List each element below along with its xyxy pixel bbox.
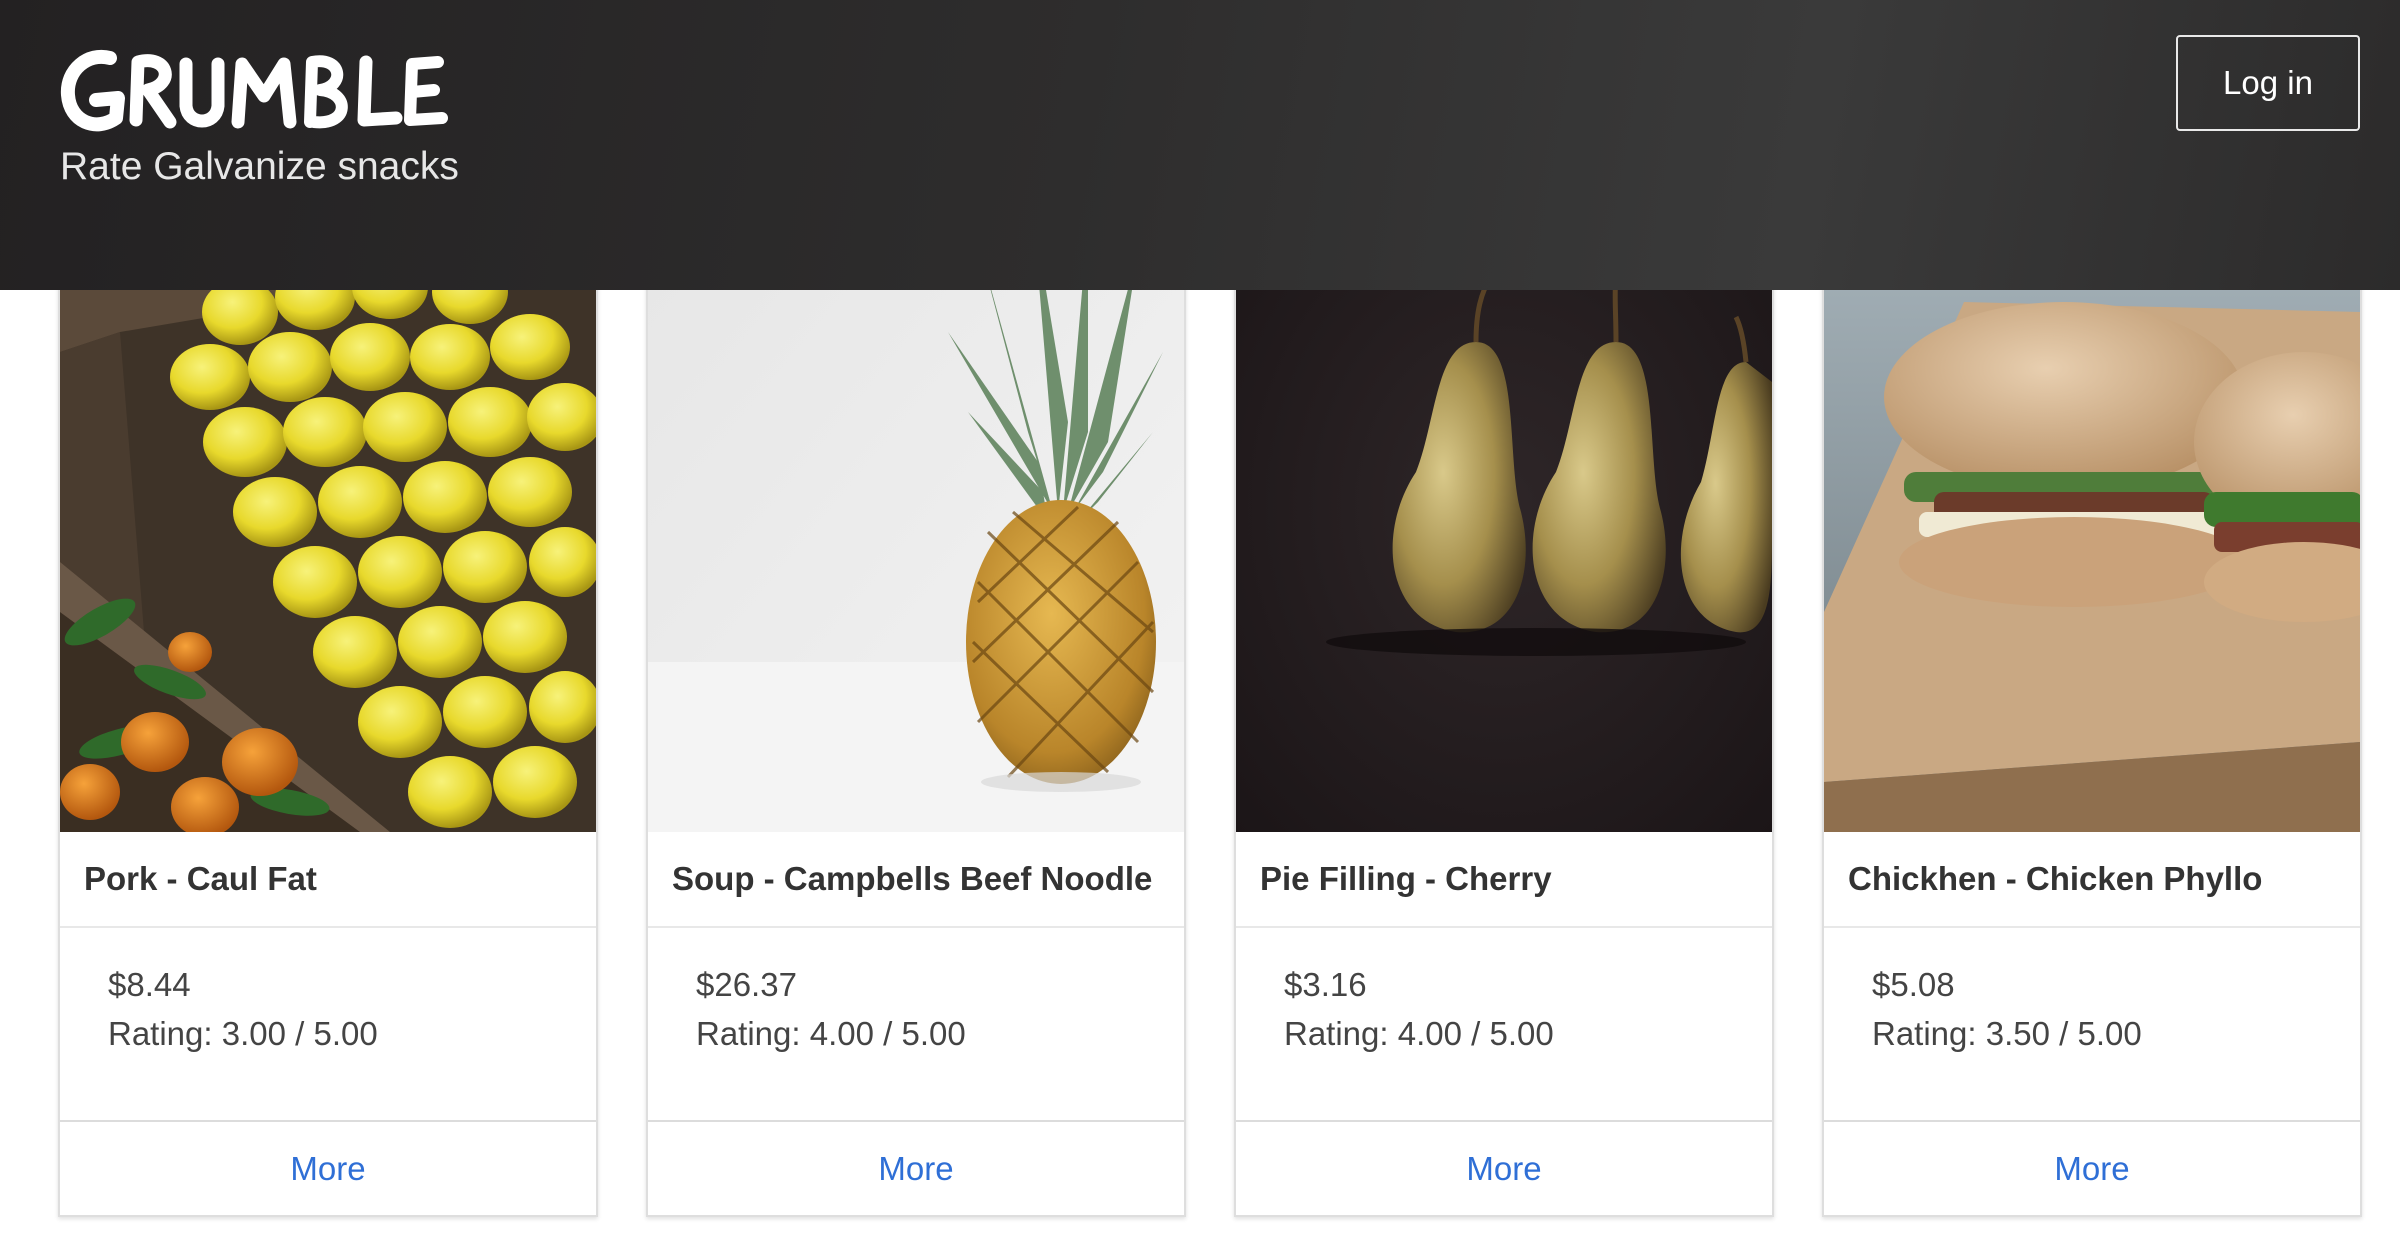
snack-details: $5.08 Rating: 3.50 / 5.00 bbox=[1824, 928, 2360, 1120]
snack-name: Chickhen - Chicken Phyllo bbox=[1824, 832, 2360, 928]
login-button[interactable]: Log in bbox=[2176, 35, 2360, 131]
site-tagline: Rate Galvanize snacks bbox=[60, 145, 459, 188]
snack-rating: Rating: 3.00 / 5.00 bbox=[108, 1015, 378, 1052]
snack-card: Soup - Campbells Beef Noodle $26.37 Rati… bbox=[646, 180, 1186, 1217]
snack-name: Pork - Caul Fat bbox=[60, 832, 596, 928]
snack-card: Pie Filling - Cherry $3.16 Rating: 4.00 … bbox=[1234, 180, 1774, 1217]
snack-details: $26.37 Rating: 4.00 / 5.00 bbox=[648, 928, 1184, 1120]
site-header: Rate Galvanize snacks Log in bbox=[0, 0, 2400, 290]
snack-rating: Rating: 4.00 / 5.00 bbox=[696, 1015, 966, 1052]
snack-card: Chickhen - Chicken Phyllo $5.08 Rating: … bbox=[1822, 180, 2362, 1217]
snack-price: $8.44 bbox=[108, 966, 191, 1003]
snack-rating: Rating: 4.00 / 5.00 bbox=[1284, 1015, 1554, 1052]
grumble-logo[interactable] bbox=[58, 40, 488, 150]
snack-price: $26.37 bbox=[696, 966, 797, 1003]
snack-price: $3.16 bbox=[1284, 966, 1367, 1003]
more-button[interactable]: More bbox=[1236, 1120, 1772, 1215]
snack-details: $3.16 Rating: 4.00 / 5.00 bbox=[1236, 928, 1772, 1120]
snack-card: Pork - Caul Fat $8.44 Rating: 3.00 / 5.0… bbox=[58, 180, 598, 1217]
snack-price: $5.08 bbox=[1872, 966, 1955, 1003]
snack-name: Soup - Campbells Beef Noodle bbox=[648, 832, 1184, 928]
snack-rating: Rating: 3.50 / 5.00 bbox=[1872, 1015, 2142, 1052]
more-button[interactable]: More bbox=[1824, 1120, 2360, 1215]
snack-details: $8.44 Rating: 3.00 / 5.00 bbox=[60, 928, 596, 1120]
snack-name: Pie Filling - Cherry bbox=[1236, 832, 1772, 928]
more-button[interactable]: More bbox=[60, 1120, 596, 1215]
more-button[interactable]: More bbox=[648, 1120, 1184, 1215]
